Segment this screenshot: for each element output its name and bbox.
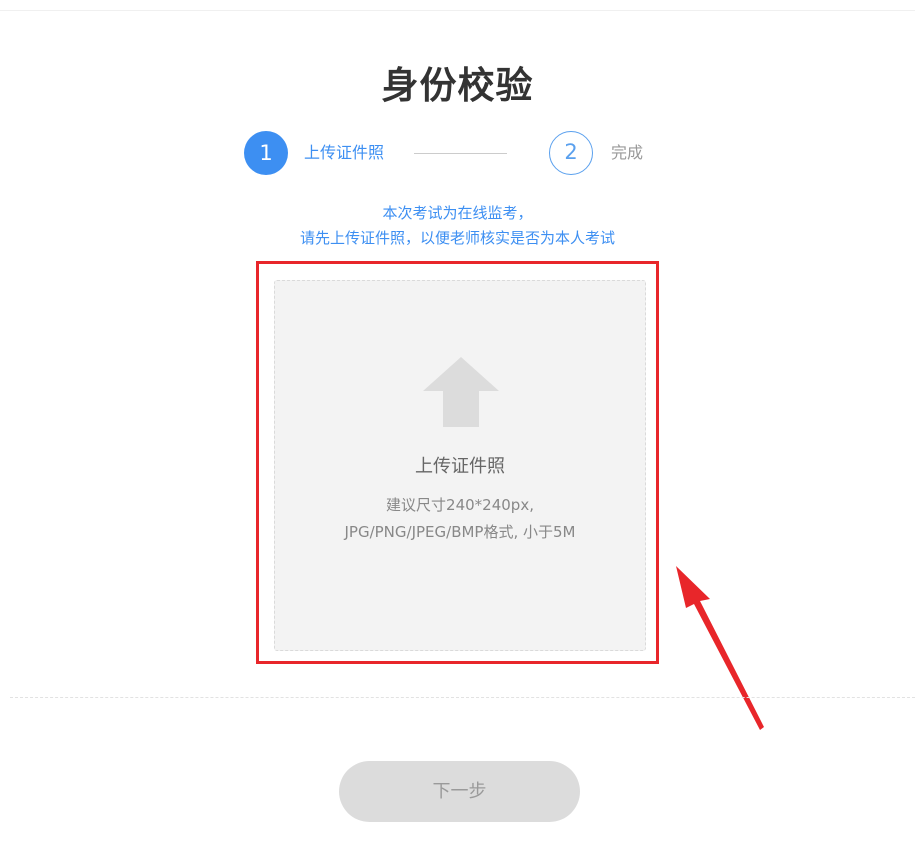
page-title: 身份校验	[381, 64, 534, 107]
step-2-indicator: 2	[549, 131, 593, 175]
next-step-button[interactable]: 下一步	[339, 761, 580, 822]
notice-line-2: 请先上传证件照，以便老师核实是否为本人考试	[299, 229, 615, 247]
step-1-label: 上传证件照	[304, 143, 385, 162]
step-1-indicator: 1	[244, 131, 288, 175]
upload-format-hint: JPG/PNG/JPEG/BMP格式, 小于5M	[344, 523, 576, 541]
step-2-label: 完成	[611, 143, 644, 162]
section-divider	[10, 697, 915, 698]
id-photo-upload-area[interactable]: 上传证件照 建议尺寸240*240px, JPG/PNG/JPEG/BMP格式,…	[274, 280, 646, 651]
top-divider	[0, 10, 915, 11]
upload-arrow-icon	[423, 357, 499, 427]
upload-size-hint: 建议尺寸240*240px,	[386, 496, 534, 514]
step-connector	[414, 153, 507, 154]
notice-line-1: 本次考试为在线监考，	[382, 204, 533, 222]
upload-title: 上传证件照	[415, 456, 505, 477]
